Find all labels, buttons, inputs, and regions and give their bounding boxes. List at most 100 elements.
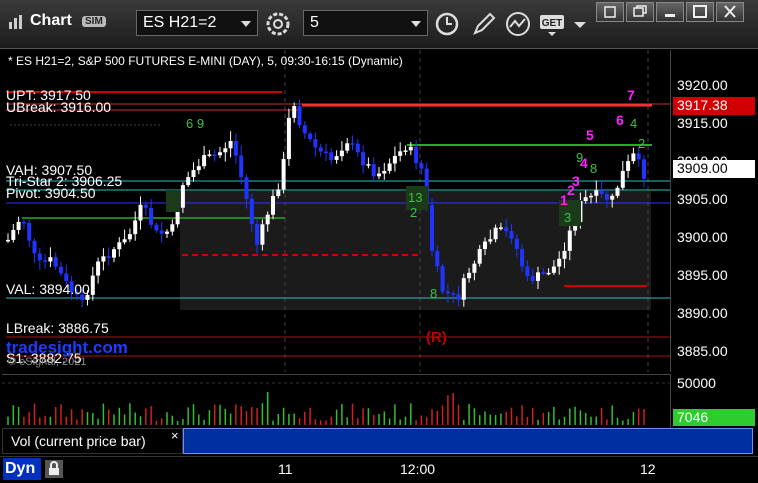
price-axis[interactable]: 3920.00 3915.00 3910.00 3905.00 3900.00 … (670, 50, 757, 372)
dynamic-mode-button[interactable]: Dyn (3, 458, 41, 480)
chevron-down-icon (574, 22, 586, 28)
volume-panel-label[interactable]: Vol (current price bar) (2, 428, 183, 454)
candle-body (101, 256, 106, 262)
level-pivot: Pivot: 3904.50 (6, 185, 96, 201)
svg-text:6 9: 6 9 (186, 116, 204, 131)
candle-body (387, 163, 392, 171)
candle-body (228, 140, 233, 149)
window-minimize-button[interactable] (656, 2, 684, 22)
candle-body (37, 253, 42, 261)
chart-logo-icon (9, 15, 22, 29)
candle-body (562, 250, 567, 259)
candle-body (599, 190, 604, 194)
candle-body (53, 257, 58, 267)
candle-body (345, 143, 350, 151)
candle-body (583, 197, 588, 201)
lock-icon[interactable] (44, 459, 64, 479)
symbol-value: ES H21=2 (143, 14, 217, 31)
candle-body (133, 220, 138, 235)
volume-chart[interactable] (2, 374, 670, 429)
candle-body (271, 196, 275, 215)
price-chart[interactable]: 6 9 13 2 8 3 9 8 4 2 7 6 5 4 3 2 1 (R) *… (2, 50, 670, 372)
candle-body (281, 159, 286, 190)
y-tick-3905: 3905.00 (677, 191, 728, 207)
candle-body (212, 154, 217, 156)
candle-body (32, 240, 37, 254)
volume-panel-close-icon[interactable]: × (171, 428, 179, 443)
candle-body (589, 195, 593, 198)
candle-body (398, 151, 403, 156)
candle-body (149, 207, 154, 225)
svg-text:2: 2 (410, 205, 417, 220)
get-data-button[interactable]: GET (538, 10, 566, 38)
candle-body (138, 204, 143, 221)
seq-count-7: 7 (627, 87, 635, 103)
candle-body (435, 250, 440, 267)
candle-body (318, 147, 323, 152)
candle-body (48, 257, 53, 262)
sim-badge: SIM (82, 16, 106, 27)
candle-body (626, 161, 631, 171)
candle-body (16, 221, 21, 230)
clock-button[interactable] (433, 10, 461, 38)
time-axis-bar: Dyn 11 12:00 12 (0, 456, 758, 483)
candle-body (392, 155, 397, 164)
candle-body (191, 170, 196, 178)
candle-body (154, 224, 159, 231)
interval-dropdown[interactable]: 5 (303, 10, 428, 36)
studies-button[interactable] (504, 10, 532, 38)
candle-body (361, 152, 366, 166)
y-tick-3890: 3890.00 (677, 305, 728, 321)
candle-body (165, 231, 169, 234)
y-tick-3895: 3895.00 (677, 267, 728, 283)
candle-body (313, 139, 318, 148)
svg-text:3: 3 (564, 210, 571, 225)
candle-body (180, 185, 185, 208)
candle-body (350, 143, 355, 145)
candle-body (255, 223, 260, 245)
window-close-button[interactable] (716, 2, 744, 22)
draw-pencil-button[interactable] (470, 10, 498, 38)
candle-body (551, 266, 556, 273)
window-restore-button[interactable] (626, 2, 654, 22)
candle-body (127, 234, 132, 240)
candle-body (567, 230, 572, 251)
window-link-button[interactable] (596, 2, 624, 22)
candle-body (498, 227, 503, 229)
pencil-icon (473, 12, 496, 35)
candle-body (112, 249, 116, 258)
svg-text:GET: GET (542, 18, 563, 29)
candle-body (218, 152, 222, 156)
candle-body (308, 133, 313, 140)
candle-body (223, 148, 228, 153)
svg-text:2: 2 (638, 136, 645, 151)
y-tick-3885: 3885.00 (677, 343, 728, 359)
candle-body (249, 198, 254, 224)
candle-body (382, 170, 387, 174)
candle-body (456, 294, 461, 300)
chart-window: Chart SIM ES H21=2 5 GET 6 9 13 2 8 3 9 … (0, 0, 758, 483)
svg-text:8: 8 (430, 286, 437, 301)
interval-value: 5 (310, 14, 319, 31)
toolbar-more-button[interactable] (570, 10, 598, 38)
candle-body (477, 248, 482, 264)
candle-body (546, 272, 551, 275)
candle-body (451, 293, 456, 295)
candle-body (493, 227, 498, 240)
maximize-icon (693, 5, 707, 18)
x-tick-1200: 12:00 (400, 461, 436, 477)
candle-body (430, 205, 434, 251)
settings-gear-button[interactable] (264, 10, 292, 38)
volume-panel-bar (183, 428, 753, 454)
y-tick-3920: 3920.00 (677, 77, 728, 93)
candle-body (159, 230, 164, 234)
symbol-dropdown[interactable]: ES H21=2 (136, 10, 258, 36)
candle-body (557, 258, 562, 267)
candle-body (106, 256, 111, 258)
study-wave-icon (506, 12, 530, 36)
seq-count-6: 6 (616, 112, 624, 128)
candle-body (483, 241, 487, 249)
window-maximize-button[interactable] (686, 2, 714, 22)
y-tick-3915: 3915.00 (677, 115, 728, 131)
candle-body (143, 204, 148, 208)
